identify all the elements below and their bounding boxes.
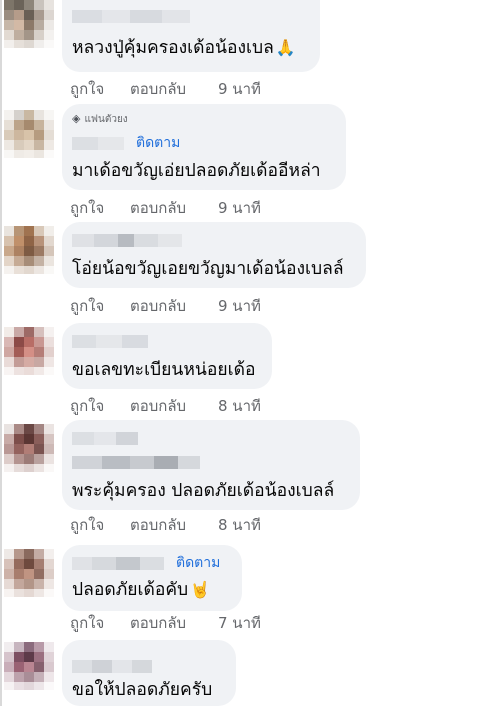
comment-bubble: ติดตาม ปลอดภัยเด้อคับ 🤘 xyxy=(62,545,242,611)
comment-bubble: หลวงปู่คุ้มครองเด้อน้องเบล 🙏 xyxy=(62,0,320,72)
comment-text: ขอเลขทะเบียนหน่อยเด้อ xyxy=(72,360,256,380)
comment-timestamp[interactable]: 9 นาที xyxy=(218,198,261,218)
redacted-username[interactable] xyxy=(72,432,138,445)
avatar[interactable] xyxy=(4,0,54,48)
comment-bubble: ◈ แฟนตัวยง ติดตาม มาเด้อขวัญเอ่ยปลอดภัยเด… xyxy=(62,104,346,190)
follow-link[interactable]: ติดตาม xyxy=(136,134,180,152)
comment-text: มาเด้อขวัญเอ่ยปลอดภัยเด้ออีหล่า xyxy=(72,161,321,181)
comment-bubble: พระคุ้มครอง ปลอดภัยเด้อน้องเบลล์ xyxy=(62,420,360,510)
redacted-username[interactable] xyxy=(72,10,190,23)
comment-text: พระคุ้มครอง ปลอดภัยเด้อน้องเบลล์ xyxy=(72,481,335,501)
comment-bubble: ขอให้ปลอดภัยครับ xyxy=(62,640,236,706)
thread-divider xyxy=(0,0,2,706)
comment-feed: หลวงปู่คุ้มครองเด้อน้องเบล 🙏 ถูกใจ ตอบกลั… xyxy=(0,0,487,706)
like-button[interactable]: ถูกใจ xyxy=(70,296,104,316)
gem-icon: ◈ xyxy=(72,112,81,125)
top-fan-badge: ◈ แฟนตัวยง xyxy=(72,112,128,125)
like-button[interactable]: ถูกใจ xyxy=(70,198,104,218)
comment-text: ขอให้ปลอดภัยครับ xyxy=(72,680,213,700)
redacted-username[interactable] xyxy=(72,234,182,247)
avatar[interactable] xyxy=(4,327,54,375)
comment-timestamp[interactable]: 8 นาที xyxy=(218,396,261,416)
follow-link[interactable]: ติดตาม xyxy=(176,554,220,572)
comment-bubble: ขอเลขทะเบียนหน่อยเด้อ xyxy=(62,323,272,389)
avatar[interactable] xyxy=(4,226,54,274)
redacted-username[interactable] xyxy=(72,660,152,673)
like-button[interactable]: ถูกใจ xyxy=(70,396,104,416)
redacted-username[interactable] xyxy=(72,557,164,570)
reply-button[interactable]: ตอบกลับ xyxy=(130,198,186,218)
comment-timestamp[interactable]: 9 นาที xyxy=(218,296,261,316)
horns-emoji: 🤘 xyxy=(190,580,211,599)
redacted-username-line-2 xyxy=(72,456,200,469)
reply-button[interactable]: ตอบกลับ xyxy=(130,396,186,416)
comment-timestamp[interactable]: 9 นาที xyxy=(218,79,261,99)
comment-timestamp[interactable]: 7 นาที xyxy=(218,613,261,633)
avatar[interactable] xyxy=(4,642,54,690)
reply-button[interactable]: ตอบกลับ xyxy=(130,515,186,535)
comment-text: หลวงปู่คุ้มครองเด้อน้องเบล 🙏 xyxy=(72,38,296,58)
comment-timestamp[interactable]: 8 นาที xyxy=(218,515,261,535)
avatar[interactable] xyxy=(4,424,54,472)
avatar[interactable] xyxy=(4,549,54,597)
avatar[interactable] xyxy=(4,110,54,158)
reply-button[interactable]: ตอบกลับ xyxy=(130,79,186,99)
comment-text: ปลอดภัยเด้อคับ 🤘 xyxy=(72,580,211,600)
comment-bubble: โอ่ยน้อขวัญเอยขวัญมาเด้อน้องเบลล์ xyxy=(62,222,366,288)
reply-button[interactable]: ตอบกลับ xyxy=(130,613,186,633)
redacted-username[interactable] xyxy=(72,137,124,150)
like-button[interactable]: ถูกใจ xyxy=(70,515,104,535)
reply-button[interactable]: ตอบกลับ xyxy=(130,296,186,316)
redacted-username[interactable] xyxy=(72,335,148,348)
like-button[interactable]: ถูกใจ xyxy=(70,79,104,99)
pray-emoji: 🙏 xyxy=(275,38,296,57)
comment-text: โอ่ยน้อขวัญเอยขวัญมาเด้อน้องเบลล์ xyxy=(72,259,344,279)
like-button[interactable]: ถูกใจ xyxy=(70,613,104,633)
